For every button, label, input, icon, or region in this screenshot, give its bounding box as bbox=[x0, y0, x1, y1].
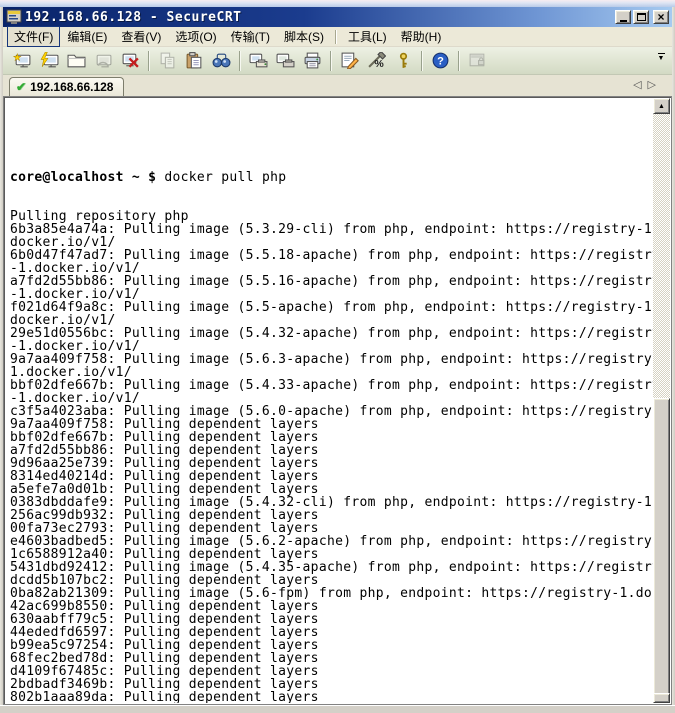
minimize-icon bbox=[620, 20, 627, 22]
menu-file[interactable]: 文件(F) bbox=[7, 26, 60, 47]
quick-connect-icon[interactable] bbox=[36, 49, 63, 73]
terminal-output: Pulling repository php6b3a85e4a74a: Pull… bbox=[10, 210, 653, 703]
print-icon[interactable] bbox=[299, 49, 326, 73]
connect-in-tab-icon[interactable] bbox=[63, 49, 90, 73]
app-icon[interactable] bbox=[6, 9, 22, 25]
terminal-line: 802b1aaa89da: Pulling dependent layers bbox=[10, 691, 653, 703]
tabbar: ✔ 192.168.66.128 ◁ ▷ bbox=[3, 75, 672, 96]
menu-transfer[interactable]: 传输(T) bbox=[224, 26, 277, 47]
toolbar-separator bbox=[239, 51, 241, 71]
maximize-icon bbox=[637, 13, 646, 21]
global-options-icon[interactable]: % bbox=[363, 49, 390, 73]
find-icon[interactable] bbox=[208, 49, 235, 73]
toolbar-overflow-icon bbox=[658, 53, 665, 54]
copy-icon[interactable] bbox=[154, 49, 181, 73]
help-icon[interactable]: ? bbox=[427, 49, 454, 73]
session-options-icon[interactable] bbox=[336, 49, 363, 73]
menu-separator bbox=[335, 30, 337, 44]
scrollbar-down-button[interactable] bbox=[653, 693, 670, 703]
window-border-bottom bbox=[0, 705, 675, 713]
toolbar-overflow-button[interactable]: ▼ bbox=[655, 53, 667, 69]
paste-icon[interactable] bbox=[181, 49, 208, 73]
close-button[interactable]: × bbox=[653, 10, 669, 24]
command-text: docker pull php bbox=[164, 170, 286, 185]
menubar: 文件(F) 编辑(E) 查看(V) 选项(O) 传输(T) 脚本(S) 工具(L… bbox=[3, 27, 672, 47]
window-title: 192.168.66.128 - SecureCRT bbox=[25, 10, 615, 25]
terminal[interactable]: core@localhost ~ $ docker pull php Pulli… bbox=[3, 96, 672, 705]
tab-scroll-right-button[interactable]: ▷ bbox=[648, 78, 656, 92]
svg-text:★: ★ bbox=[13, 53, 22, 64]
menu-script[interactable]: 脚本(S) bbox=[277, 26, 331, 47]
shell-prompt: core@localhost ~ $ bbox=[10, 170, 164, 185]
toolbar-separator bbox=[148, 51, 150, 71]
svg-text:?: ? bbox=[437, 55, 444, 67]
scroll-up-icon: ▲ bbox=[658, 103, 665, 110]
maximize-button[interactable] bbox=[633, 10, 649, 24]
toolbar-separator bbox=[421, 51, 423, 71]
scrollbar-thumb[interactable] bbox=[653, 398, 670, 695]
close-icon: × bbox=[657, 11, 664, 23]
toolbar-separator bbox=[458, 51, 460, 71]
key-generator-icon[interactable] bbox=[390, 49, 417, 73]
terminal-prompt-line: core@localhost ~ $ docker pull php bbox=[10, 171, 653, 184]
session-manager-icon[interactable] bbox=[464, 49, 491, 73]
toolbar-separator bbox=[330, 51, 332, 71]
print-screen-icon[interactable] bbox=[245, 49, 272, 73]
vertical-scrollbar[interactable]: ▲ bbox=[653, 98, 670, 703]
connect-icon[interactable]: ★ bbox=[9, 49, 36, 73]
terminal-screen: core@localhost ~ $ docker pull php Pulli… bbox=[5, 98, 653, 703]
session-tab[interactable]: ✔ 192.168.66.128 bbox=[9, 77, 124, 96]
securecrt-window: 192.168.66.128 - SecureCRT × 文件(F) 编辑(E)… bbox=[0, 0, 675, 713]
menu-options[interactable]: 选项(O) bbox=[168, 26, 223, 47]
scrollbar-up-button[interactable]: ▲ bbox=[653, 98, 670, 114]
disconnect-icon[interactable] bbox=[117, 49, 144, 73]
menu-view[interactable]: 查看(V) bbox=[114, 26, 168, 47]
reconnect-icon[interactable] bbox=[90, 49, 117, 73]
tab-scroll-left-button[interactable]: ◁ bbox=[633, 78, 641, 92]
toolbar: ★ bbox=[3, 47, 672, 75]
window-border-top bbox=[0, 0, 675, 7]
minimize-button[interactable] bbox=[615, 10, 631, 24]
svg-text:%: % bbox=[374, 58, 384, 69]
connected-check-icon: ✔ bbox=[16, 80, 26, 94]
menu-edit[interactable]: 编辑(E) bbox=[60, 26, 114, 47]
menu-help[interactable]: 帮助(H) bbox=[394, 26, 449, 47]
session-tab-label: 192.168.66.128 bbox=[30, 80, 113, 94]
menu-tools[interactable]: 工具(L) bbox=[341, 26, 394, 47]
screen-capture-icon[interactable] bbox=[272, 49, 299, 73]
titlebar[interactable]: 192.168.66.128 - SecureCRT × bbox=[3, 7, 672, 27]
